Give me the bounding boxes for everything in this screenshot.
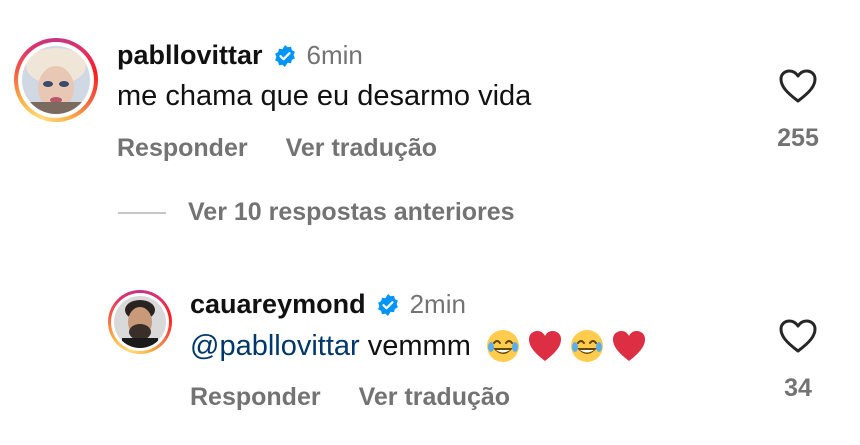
avatar-ring[interactable] [108,290,172,354]
divider [118,211,166,214]
reply-button[interactable]: Responder [117,134,248,163]
translate-button[interactable]: Ver tradução [286,134,437,163]
comment-text: me chama que eu desarmo vida [117,80,532,112]
comment-pabllovittar: pabllovittar 6min me chama que eu desarm… [0,0,860,190]
red-heart-emoji [612,331,645,361]
timestamp: 6min [306,40,363,70]
like-count: 255 [777,124,819,152]
avatar [114,296,166,348]
timestamp: 2min [409,289,466,319]
username[interactable]: pabllovittar [117,40,263,71]
mention-link[interactable]: @pabllovittar [190,330,360,363]
avatar-ring[interactable] [14,38,98,122]
comment-body: vemmm [359,329,471,362]
heart-icon[interactable] [778,68,818,104]
laughing-emoji [570,330,603,362]
verified-badge-icon [377,293,398,316]
translate-button[interactable]: Ver tradução [359,383,510,412]
view-replies[interactable]: Ver 10 respostas anteriores [118,198,515,227]
view-replies-label[interactable]: Ver 10 respostas anteriores [188,198,515,227]
username[interactable]: cauareymond [190,289,366,320]
comment-cauareymond: cauareymond 2min @pabllovittar vemmm Res… [0,270,860,445]
reply-button[interactable]: Responder [190,383,321,412]
comment-text: @pabllovittar vemmm [190,328,647,364]
verified-badge-icon [274,44,295,67]
red-heart-emoji [528,331,561,361]
heart-icon[interactable] [778,318,818,354]
avatar [22,46,90,114]
laughing-emoji [486,330,519,362]
like-count: 34 [784,374,812,402]
